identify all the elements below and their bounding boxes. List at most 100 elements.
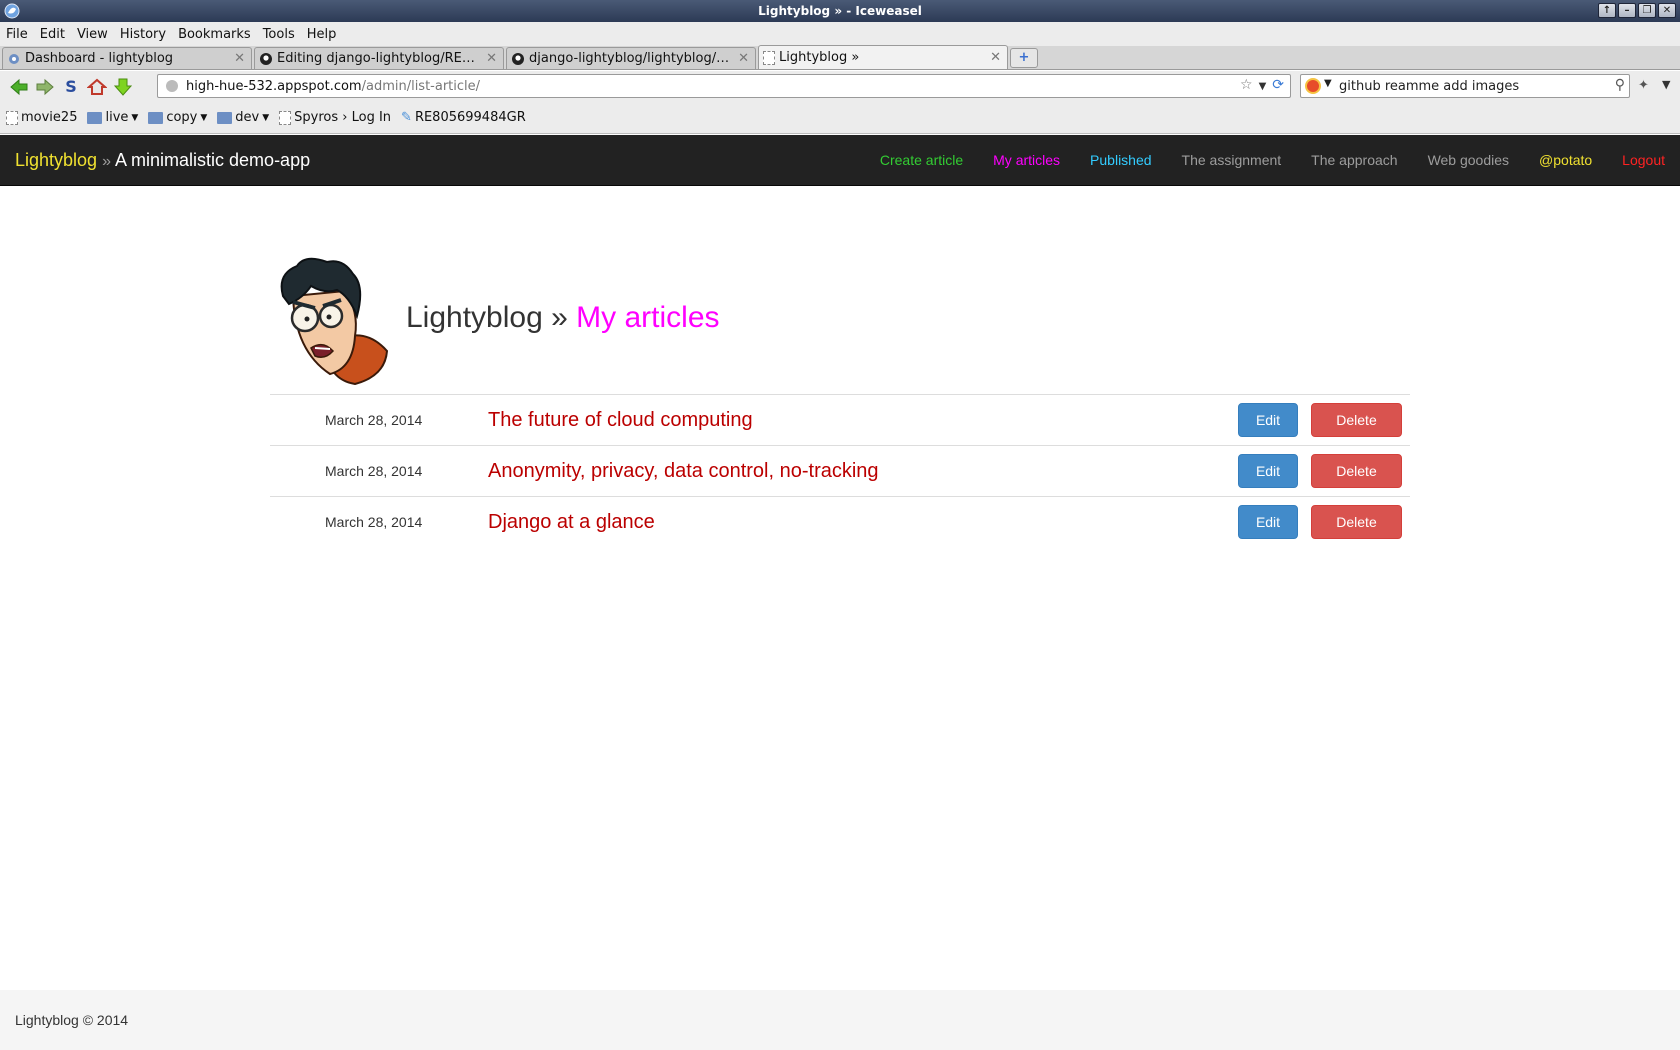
- bookmark-movie25[interactable]: movie25: [6, 110, 77, 125]
- page-title: Lightyblog » My articles: [406, 301, 720, 335]
- delete-button[interactable]: Delete: [1311, 454, 1402, 488]
- menu-file[interactable]: File: [6, 27, 28, 42]
- folder-icon: [217, 111, 233, 124]
- tab-close-icon[interactable]: ✕: [738, 51, 749, 66]
- search-engine-icon[interactable]: [1305, 78, 1321, 94]
- menu-edit[interactable]: Edit: [40, 27, 65, 42]
- site-navbar: Lightyblog » A minimalistic demo-app Cre…: [0, 135, 1680, 186]
- nav-the-assignment[interactable]: The assignment: [1167, 152, 1297, 168]
- bookmark-label: Spyros › Log In: [294, 110, 392, 125]
- edit-button[interactable]: Edit: [1238, 403, 1298, 437]
- download-arrow-icon: [113, 78, 133, 96]
- edit-button[interactable]: Edit: [1238, 454, 1298, 488]
- tab-close-icon[interactable]: ✕: [486, 51, 497, 66]
- back-button[interactable]: [6, 75, 32, 99]
- page-title-main: Lightyblog: [406, 301, 543, 334]
- bookmark-label: RE805699484GR: [414, 110, 526, 125]
- tab-editing-readme[interactable]: Editing django-lightyblog/RE… ✕: [254, 47, 504, 69]
- window-close-button[interactable]: ✕: [1658, 3, 1676, 18]
- nav-create-article[interactable]: Create article: [865, 152, 978, 168]
- avatar: [280, 257, 389, 386]
- nav-published[interactable]: Published: [1075, 152, 1167, 168]
- window-maximize-button[interactable]: ❐: [1638, 3, 1656, 18]
- tab-label: django-lightyblog/lightyblog/…: [529, 51, 730, 66]
- nav-user-profile[interactable]: @potato: [1524, 152, 1607, 168]
- menu-tools[interactable]: Tools: [263, 27, 295, 42]
- menu-help[interactable]: Help: [307, 27, 337, 42]
- appengine-icon: [9, 53, 19, 64]
- download-button[interactable]: [110, 75, 136, 99]
- s-icon: S: [65, 77, 77, 96]
- tab-label: Lightyblog »: [779, 50, 860, 65]
- iceweasel-icon: [4, 3, 20, 19]
- addon-icon[interactable]: ✦: [1638, 78, 1649, 93]
- bookmark-star-icon[interactable]: ☆: [1240, 77, 1253, 97]
- page-icon: [279, 110, 292, 125]
- bookmark-label: live: [105, 110, 129, 125]
- window-raise-button[interactable]: ↑: [1598, 3, 1616, 18]
- search-input[interactable]: github reamme add images: [1339, 79, 1519, 94]
- tab-github-repo[interactable]: django-lightyblog/lightyblog/… ✕: [506, 47, 756, 69]
- window-titlebar: Lightyblog » - Iceweasel ↑ – ❐ ✕: [0, 0, 1680, 22]
- nav-my-articles[interactable]: My articles: [978, 152, 1075, 168]
- tab-close-icon[interactable]: ✕: [234, 51, 245, 66]
- bookmark-label: movie25: [21, 110, 78, 125]
- chevron-down-icon[interactable]: ▼: [1324, 78, 1332, 89]
- article-date: March 28, 2014: [325, 412, 423, 428]
- window-minimize-button[interactable]: –: [1618, 3, 1636, 18]
- tab-dashboard[interactable]: Dashboard - lightyblog ✕: [2, 47, 252, 69]
- edit-button[interactable]: Edit: [1238, 505, 1298, 540]
- article-date: March 28, 2014: [325, 514, 423, 531]
- search-bar[interactable]: ▼ github reamme add images ⚲: [1300, 74, 1630, 98]
- page-title-separator: »: [551, 301, 568, 334]
- table-row: March 28, 2014 The future of cloud compu…: [270, 394, 1410, 446]
- article-title-link[interactable]: The future of cloud computing: [488, 409, 753, 431]
- footer-copyright: Lightyblog © 2014: [15, 1012, 129, 1028]
- home-button[interactable]: [84, 75, 110, 99]
- reload-icon[interactable]: ⟳: [1272, 77, 1284, 97]
- tab-strip: Dashboard - lightyblog ✕ Editing django-…: [0, 45, 1680, 70]
- site-identity-icon[interactable]: [166, 80, 178, 92]
- github-icon: [512, 52, 524, 65]
- nav-the-approach[interactable]: The approach: [1296, 152, 1412, 168]
- brand-link[interactable]: Lightyblog: [15, 150, 97, 170]
- home-icon: [87, 78, 107, 95]
- chevron-down-icon: ▼: [262, 112, 270, 123]
- bookmark-label: copy: [166, 110, 198, 125]
- bookmark-folder-copy[interactable]: copy ▼: [148, 110, 207, 125]
- article-title-link[interactable]: Django at a glance: [488, 511, 655, 533]
- stylish-button[interactable]: S: [58, 75, 84, 99]
- folder-icon: [148, 111, 164, 124]
- bookmark-tracking[interactable]: ✎ RE805699484GR: [401, 110, 526, 125]
- back-arrow-icon: [10, 78, 28, 95]
- bookmark-spyros-login[interactable]: Spyros › Log In: [279, 110, 391, 125]
- history-dropdown-icon[interactable]: ▼: [1259, 77, 1267, 97]
- new-tab-button[interactable]: +: [1010, 48, 1038, 68]
- menu-chevron-down-icon[interactable]: ▼: [1662, 78, 1670, 91]
- delete-button[interactable]: Delete: [1311, 505, 1402, 540]
- tab-lightyblog[interactable]: Lightyblog » ✕: [758, 45, 1008, 69]
- article-title-link[interactable]: Anonymity, privacy, data control, no-tra…: [488, 460, 879, 482]
- bookmark-folder-dev[interactable]: dev ▼: [217, 110, 269, 125]
- site-brand: Lightyblog » A minimalistic demo-app: [15, 150, 310, 171]
- url-bar[interactable]: high-hue-532.appspot.com/admin/list-arti…: [157, 74, 1291, 98]
- bookmark-folder-live[interactable]: live ▼: [87, 110, 138, 125]
- nav-logout[interactable]: Logout: [1607, 152, 1680, 168]
- tab-close-icon[interactable]: ✕: [990, 50, 1001, 65]
- menu-history[interactable]: History: [120, 27, 166, 42]
- article-date: March 28, 2014: [325, 463, 423, 479]
- page-icon: [763, 50, 775, 65]
- menu-view[interactable]: View: [77, 27, 108, 42]
- url-host: high-hue-532.appspot.com: [186, 78, 362, 94]
- bookmarks-toolbar: movie25 live ▼ copy ▼ dev ▼ Spyros › Log…: [0, 102, 1680, 134]
- bookmark-label: dev: [235, 110, 260, 125]
- nav-web-goodies[interactable]: Web goodies: [1413, 152, 1524, 168]
- forward-button[interactable]: [32, 75, 58, 99]
- brand-separator: »: [102, 153, 111, 170]
- articles-table: March 28, 2014 The future of cloud compu…: [270, 394, 1410, 548]
- table-row: March 28, 2014 Django at a glance Edit De…: [270, 496, 1410, 548]
- delete-button[interactable]: Delete: [1311, 403, 1402, 437]
- search-icon[interactable]: ⚲: [1615, 77, 1625, 93]
- url-path: /admin/list-article/: [361, 78, 481, 94]
- menu-bookmarks[interactable]: Bookmarks: [178, 27, 251, 42]
